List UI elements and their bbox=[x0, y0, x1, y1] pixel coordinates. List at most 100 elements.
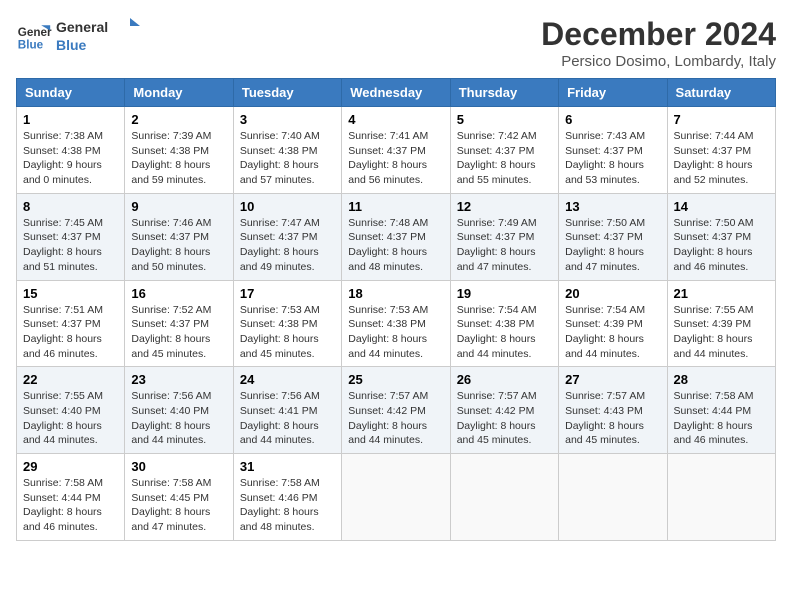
weekday-header-friday: Friday bbox=[559, 79, 667, 107]
cell-info: Sunrise: 7:53 AMSunset: 4:38 PMDaylight:… bbox=[240, 304, 320, 360]
cell-info: Sunrise: 7:41 AMSunset: 4:37 PMDaylight:… bbox=[348, 130, 428, 186]
cell-info: Sunrise: 7:58 AMSunset: 4:44 PMDaylight:… bbox=[674, 390, 754, 446]
cell-info: Sunrise: 7:53 AMSunset: 4:38 PMDaylight:… bbox=[348, 304, 428, 360]
page-header: General Blue General Blue December 2024 … bbox=[16, 16, 776, 70]
day-number: 10 bbox=[240, 199, 335, 214]
cell-info: Sunrise: 7:49 AMSunset: 4:37 PMDaylight:… bbox=[457, 217, 537, 273]
week-row-4: 22 Sunrise: 7:55 AMSunset: 4:40 PMDaylig… bbox=[17, 367, 776, 454]
month-title: December 2024 bbox=[541, 16, 776, 53]
day-number: 9 bbox=[131, 199, 226, 214]
weekday-header-tuesday: Tuesday bbox=[233, 79, 341, 107]
cell-info: Sunrise: 7:52 AMSunset: 4:37 PMDaylight:… bbox=[131, 304, 211, 360]
cell-info: Sunrise: 7:57 AMSunset: 4:43 PMDaylight:… bbox=[565, 390, 645, 446]
cell-info: Sunrise: 7:55 AMSunset: 4:39 PMDaylight:… bbox=[674, 304, 754, 360]
day-number: 21 bbox=[674, 286, 769, 301]
day-number: 14 bbox=[674, 199, 769, 214]
calendar-cell: 12 Sunrise: 7:49 AMSunset: 4:37 PMDaylig… bbox=[450, 193, 558, 280]
cell-info: Sunrise: 7:58 AMSunset: 4:45 PMDaylight:… bbox=[131, 477, 211, 533]
svg-text:General: General bbox=[56, 19, 108, 35]
calendar-cell: 24 Sunrise: 7:56 AMSunset: 4:41 PMDaylig… bbox=[233, 367, 341, 454]
day-number: 11 bbox=[348, 199, 443, 214]
day-number: 1 bbox=[23, 112, 118, 127]
logo: General Blue General Blue bbox=[16, 16, 146, 56]
week-row-1: 1 Sunrise: 7:38 AMSunset: 4:38 PMDayligh… bbox=[17, 107, 776, 194]
calendar-cell: 14 Sunrise: 7:50 AMSunset: 4:37 PMDaylig… bbox=[667, 193, 775, 280]
cell-info: Sunrise: 7:50 AMSunset: 4:37 PMDaylight:… bbox=[565, 217, 645, 273]
calendar-cell: 27 Sunrise: 7:57 AMSunset: 4:43 PMDaylig… bbox=[559, 367, 667, 454]
title-block: December 2024 Persico Dosimo, Lombardy, … bbox=[541, 16, 776, 70]
calendar-cell: 26 Sunrise: 7:57 AMSunset: 4:42 PMDaylig… bbox=[450, 367, 558, 454]
day-number: 19 bbox=[457, 286, 552, 301]
calendar-cell bbox=[450, 454, 558, 541]
calendar-cell: 28 Sunrise: 7:58 AMSunset: 4:44 PMDaylig… bbox=[667, 367, 775, 454]
week-row-2: 8 Sunrise: 7:45 AMSunset: 4:37 PMDayligh… bbox=[17, 193, 776, 280]
calendar-cell: 9 Sunrise: 7:46 AMSunset: 4:37 PMDayligh… bbox=[125, 193, 233, 280]
day-number: 16 bbox=[131, 286, 226, 301]
calendar-cell: 20 Sunrise: 7:54 AMSunset: 4:39 PMDaylig… bbox=[559, 280, 667, 367]
cell-info: Sunrise: 7:51 AMSunset: 4:37 PMDaylight:… bbox=[23, 304, 103, 360]
cell-info: Sunrise: 7:54 AMSunset: 4:39 PMDaylight:… bbox=[565, 304, 645, 360]
calendar-cell: 15 Sunrise: 7:51 AMSunset: 4:37 PMDaylig… bbox=[17, 280, 125, 367]
calendar-cell: 4 Sunrise: 7:41 AMSunset: 4:37 PMDayligh… bbox=[342, 107, 450, 194]
calendar-cell: 23 Sunrise: 7:56 AMSunset: 4:40 PMDaylig… bbox=[125, 367, 233, 454]
cell-info: Sunrise: 7:39 AMSunset: 4:38 PMDaylight:… bbox=[131, 130, 211, 186]
cell-info: Sunrise: 7:40 AMSunset: 4:38 PMDaylight:… bbox=[240, 130, 320, 186]
calendar-cell bbox=[559, 454, 667, 541]
day-number: 15 bbox=[23, 286, 118, 301]
cell-info: Sunrise: 7:54 AMSunset: 4:38 PMDaylight:… bbox=[457, 304, 537, 360]
weekday-header-monday: Monday bbox=[125, 79, 233, 107]
day-number: 25 bbox=[348, 372, 443, 387]
logo-icon: General Blue bbox=[16, 18, 52, 54]
day-number: 4 bbox=[348, 112, 443, 127]
calendar-cell: 10 Sunrise: 7:47 AMSunset: 4:37 PMDaylig… bbox=[233, 193, 341, 280]
day-number: 28 bbox=[674, 372, 769, 387]
day-number: 29 bbox=[23, 459, 118, 474]
day-number: 17 bbox=[240, 286, 335, 301]
day-number: 27 bbox=[565, 372, 660, 387]
day-number: 18 bbox=[348, 286, 443, 301]
cell-info: Sunrise: 7:42 AMSunset: 4:37 PMDaylight:… bbox=[457, 130, 537, 186]
calendar-cell: 17 Sunrise: 7:53 AMSunset: 4:38 PMDaylig… bbox=[233, 280, 341, 367]
calendar-cell: 25 Sunrise: 7:57 AMSunset: 4:42 PMDaylig… bbox=[342, 367, 450, 454]
calendar-cell: 30 Sunrise: 7:58 AMSunset: 4:45 PMDaylig… bbox=[125, 454, 233, 541]
calendar-cell: 6 Sunrise: 7:43 AMSunset: 4:37 PMDayligh… bbox=[559, 107, 667, 194]
svg-text:Blue: Blue bbox=[18, 39, 44, 52]
day-number: 24 bbox=[240, 372, 335, 387]
day-number: 30 bbox=[131, 459, 226, 474]
cell-info: Sunrise: 7:57 AMSunset: 4:42 PMDaylight:… bbox=[457, 390, 537, 446]
cell-info: Sunrise: 7:44 AMSunset: 4:37 PMDaylight:… bbox=[674, 130, 754, 186]
calendar-cell: 21 Sunrise: 7:55 AMSunset: 4:39 PMDaylig… bbox=[667, 280, 775, 367]
day-number: 22 bbox=[23, 372, 118, 387]
weekday-header-row: SundayMondayTuesdayWednesdayThursdayFrid… bbox=[17, 79, 776, 107]
calendar-cell: 11 Sunrise: 7:48 AMSunset: 4:37 PMDaylig… bbox=[342, 193, 450, 280]
day-number: 13 bbox=[565, 199, 660, 214]
cell-info: Sunrise: 7:55 AMSunset: 4:40 PMDaylight:… bbox=[23, 390, 103, 446]
logo-svg: General Blue bbox=[56, 16, 146, 56]
calendar-table: SundayMondayTuesdayWednesdayThursdayFrid… bbox=[16, 78, 776, 541]
calendar-cell: 1 Sunrise: 7:38 AMSunset: 4:38 PMDayligh… bbox=[17, 107, 125, 194]
day-number: 20 bbox=[565, 286, 660, 301]
day-number: 26 bbox=[457, 372, 552, 387]
day-number: 2 bbox=[131, 112, 226, 127]
cell-info: Sunrise: 7:58 AMSunset: 4:44 PMDaylight:… bbox=[23, 477, 103, 533]
cell-info: Sunrise: 7:45 AMSunset: 4:37 PMDaylight:… bbox=[23, 217, 103, 273]
calendar-cell: 22 Sunrise: 7:55 AMSunset: 4:40 PMDaylig… bbox=[17, 367, 125, 454]
cell-info: Sunrise: 7:58 AMSunset: 4:46 PMDaylight:… bbox=[240, 477, 320, 533]
calendar-cell: 29 Sunrise: 7:58 AMSunset: 4:44 PMDaylig… bbox=[17, 454, 125, 541]
cell-info: Sunrise: 7:43 AMSunset: 4:37 PMDaylight:… bbox=[565, 130, 645, 186]
cell-info: Sunrise: 7:50 AMSunset: 4:37 PMDaylight:… bbox=[674, 217, 754, 273]
day-number: 3 bbox=[240, 112, 335, 127]
cell-info: Sunrise: 7:47 AMSunset: 4:37 PMDaylight:… bbox=[240, 217, 320, 273]
cell-info: Sunrise: 7:57 AMSunset: 4:42 PMDaylight:… bbox=[348, 390, 428, 446]
cell-info: Sunrise: 7:38 AMSunset: 4:38 PMDaylight:… bbox=[23, 130, 103, 186]
day-number: 8 bbox=[23, 199, 118, 214]
day-number: 5 bbox=[457, 112, 552, 127]
day-number: 12 bbox=[457, 199, 552, 214]
cell-info: Sunrise: 7:46 AMSunset: 4:37 PMDaylight:… bbox=[131, 217, 211, 273]
cell-info: Sunrise: 7:56 AMSunset: 4:41 PMDaylight:… bbox=[240, 390, 320, 446]
svg-text:Blue: Blue bbox=[56, 37, 87, 53]
calendar-cell bbox=[342, 454, 450, 541]
day-number: 23 bbox=[131, 372, 226, 387]
weekday-header-saturday: Saturday bbox=[667, 79, 775, 107]
location: Persico Dosimo, Lombardy, Italy bbox=[541, 53, 776, 70]
